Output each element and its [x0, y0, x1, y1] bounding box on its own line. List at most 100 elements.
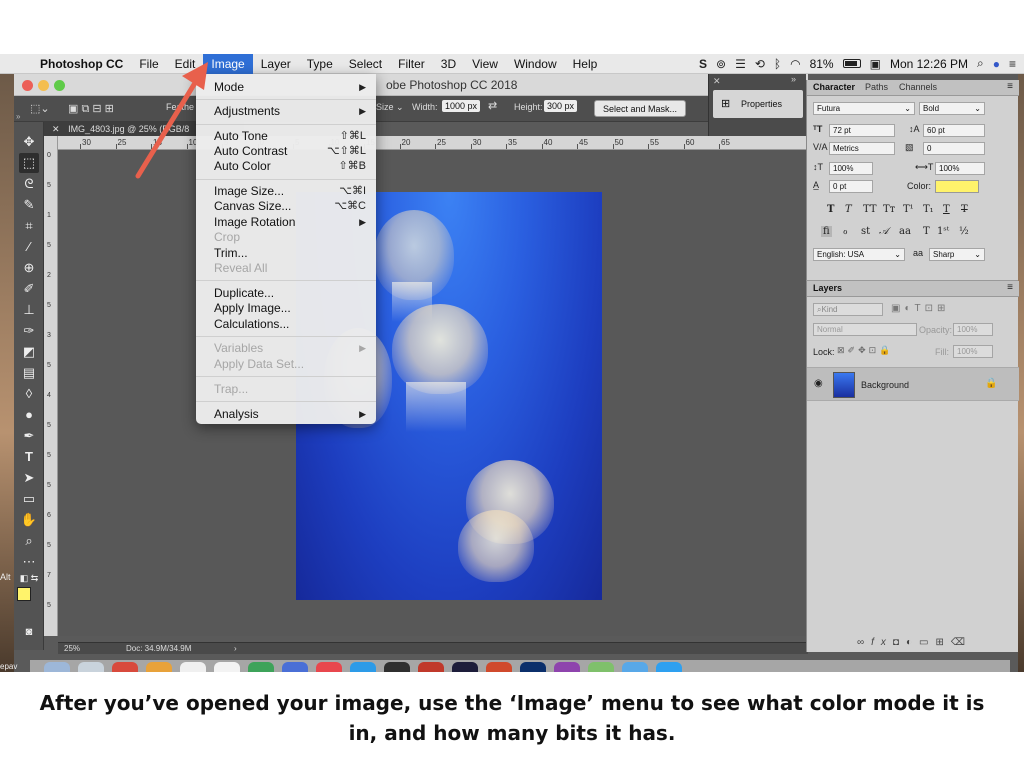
siri-icon[interactable]: ●	[993, 57, 1000, 71]
menu-item-duplicate[interactable]: Duplicate...	[196, 286, 376, 301]
fractions-icon[interactable]: ½	[959, 226, 969, 237]
fill-field[interactable]: 100%	[953, 345, 993, 358]
history-brush-tool-icon[interactable]: ✑	[19, 321, 39, 341]
new-group-icon[interactable]: ▭	[919, 637, 935, 648]
delete-layer-icon[interactable]: ⌫	[951, 637, 972, 648]
menu-item-auto-contrast[interactable]: Auto Contrast ⌥⇧⌘L	[196, 144, 376, 159]
dock-app-icon[interactable]	[588, 662, 614, 672]
search-icon[interactable]: ⌕	[977, 56, 984, 71]
tab-channels[interactable]: Channels	[899, 82, 937, 92]
quick-mask-icon[interactable]: ◙	[19, 622, 39, 642]
menu-type[interactable]: Type	[299, 54, 341, 74]
menu-layer[interactable]: Layer	[253, 54, 299, 74]
titling-icon[interactable]: aa	[899, 226, 911, 237]
dock-app-icon[interactable]	[78, 662, 104, 672]
dock-app-icon[interactable]	[622, 662, 648, 672]
menu-filter[interactable]: Filter	[390, 54, 433, 74]
hand-tool-icon[interactable]: ✋	[19, 510, 39, 530]
menu-item-auto-color[interactable]: Auto Color ⇧⌘B	[196, 159, 376, 174]
eyedropper-tool-icon[interactable]: ⁄	[19, 237, 39, 257]
time-machine-icon[interactable]: ⟲	[755, 57, 765, 71]
strikethrough-icon[interactable]: T	[961, 204, 968, 215]
horizontal-scale-field[interactable]: 100%	[935, 162, 985, 175]
swash-icon[interactable]: st	[861, 226, 870, 237]
menu-item-calculations[interactable]: Calculations...	[196, 317, 376, 332]
lasso-tool-icon[interactable]: ᘓ	[19, 174, 39, 194]
dock-app-icon[interactable]	[112, 662, 138, 672]
blur-tool-icon[interactable]: ◊	[19, 384, 39, 404]
default-colors-icon[interactable]: ◧ ⇆	[19, 568, 39, 588]
properties-button[interactable]: ⊞ Properties	[713, 90, 803, 118]
stylistic-alt-icon[interactable]: 𝒜	[879, 226, 888, 237]
tab-paths[interactable]: Paths	[865, 82, 888, 92]
close-dock-icon[interactable]: ✕	[713, 76, 721, 87]
layer-row[interactable]: ◉ Background 🔒	[807, 367, 1019, 401]
antialias-dropdown[interactable]: Sharp ⌄	[929, 248, 985, 261]
notification-list-icon[interactable]: ≡	[1009, 57, 1016, 71]
visibility-eye-icon[interactable]: ◉	[814, 378, 823, 389]
small-caps-icon[interactable]: Tт	[883, 204, 895, 215]
kerning-dropdown[interactable]: Metrics	[829, 142, 895, 155]
leading-dropdown[interactable]: 60 pt	[923, 124, 985, 137]
dock-app-icon[interactable]	[384, 662, 410, 672]
rectangle-tool-icon[interactable]: ▭	[19, 489, 39, 509]
dock-app-icon[interactable]	[554, 662, 580, 672]
opacity-field[interactable]: 100%	[953, 323, 993, 336]
blend-mode-dropdown[interactable]: Normal	[813, 323, 917, 336]
fx-icon[interactable]: fx	[871, 637, 893, 648]
dodge-tool-icon[interactable]: ●	[19, 405, 39, 425]
battery-icon[interactable]	[842, 59, 861, 68]
style-dropdown[interactable]: Size ⌄	[376, 102, 404, 113]
dock-app-icon[interactable]	[282, 662, 308, 672]
menu-item-analysis[interactable]: Analysis ▶	[196, 407, 376, 422]
menu-item-auto-tone[interactable]: Auto Tone ⇧⌘L	[196, 129, 376, 144]
dock-app-icon[interactable]	[214, 662, 240, 672]
menu-item-image-size[interactable]: Image Size... ⌥⌘I	[196, 184, 376, 199]
quick-selection-tool-icon[interactable]: ✎	[19, 195, 39, 215]
select-and-mask-button[interactable]: Select and Mask...	[594, 100, 687, 117]
close-window-icon[interactable]	[22, 80, 33, 91]
faux-bold-icon[interactable]: T	[827, 204, 834, 215]
add-mask-icon[interactable]: ◘	[893, 637, 906, 648]
vertical-scale-field[interactable]: 100%	[829, 162, 873, 175]
menu-help[interactable]: Help	[565, 54, 606, 74]
eraser-tool-icon[interactable]: ◩	[19, 342, 39, 362]
pen-tool-icon[interactable]: ✒	[19, 426, 39, 446]
menu-app-name[interactable]: Photoshop CC	[36, 54, 131, 74]
swap-dimensions-icon[interactable]: ⇄	[488, 99, 497, 112]
dock-app-icon[interactable]	[418, 662, 444, 672]
bluetooth-icon[interactable]: ᛒ	[774, 57, 781, 71]
new-layer-icon[interactable]: ⊞	[935, 637, 950, 648]
dock-app-icon[interactable]	[350, 662, 376, 672]
menu-item-mode[interactable]: Mode ▶	[196, 80, 376, 95]
font-size-dropdown[interactable]: 72 pt	[829, 124, 895, 137]
collapse-dock-icon[interactable]: »	[791, 74, 796, 84]
tracking-dropdown[interactable]: 0	[923, 142, 985, 155]
menu-item-image-rotation[interactable]: Image Rotation ▶	[196, 215, 376, 230]
zoom-level[interactable]: 25%	[64, 643, 80, 655]
dock-app-icon[interactable]	[486, 662, 512, 672]
menu-item-canvas-size[interactable]: Canvas Size... ⌥⌘C	[196, 199, 376, 214]
path-selection-tool-icon[interactable]: ➤	[19, 468, 39, 488]
calendar-icon[interactable]: ▣	[870, 57, 881, 71]
layer-name[interactable]: Background	[861, 380, 909, 390]
minimize-window-icon[interactable]	[38, 80, 49, 91]
width-field[interactable]: 1000 px	[442, 100, 481, 112]
expand-tools-icon[interactable]: »	[16, 112, 20, 121]
move-tool-icon[interactable]: ✥	[19, 132, 39, 152]
font-style-dropdown[interactable]: Bold ⌄	[919, 102, 985, 115]
menu-select[interactable]: Select	[341, 54, 390, 74]
zoom-tool-icon[interactable]: ⌕	[19, 531, 39, 551]
dock-app-icon[interactable]	[452, 662, 478, 672]
dock-app-icon[interactable]	[316, 662, 342, 672]
menu-item-apply-image[interactable]: Apply Image...	[196, 301, 376, 316]
layer-filter-dropdown[interactable]: ⌕Kind	[813, 303, 883, 316]
dock-app-icon[interactable]	[180, 662, 206, 672]
menu-item-adjustments[interactable]: Adjustments ▶	[196, 104, 376, 119]
type-tool-icon[interactable]: T	[19, 447, 39, 467]
marquee-tool-icon[interactable]: ⬚	[19, 153, 39, 173]
dock-app-icon[interactable]	[656, 662, 682, 672]
dock-app-icon[interactable]	[248, 662, 274, 672]
doc-size-info[interactable]: Doc: 34.9M/34.9M	[126, 643, 191, 655]
layer-filter-icons[interactable]: ▣◐T⊡⊞	[891, 303, 949, 314]
